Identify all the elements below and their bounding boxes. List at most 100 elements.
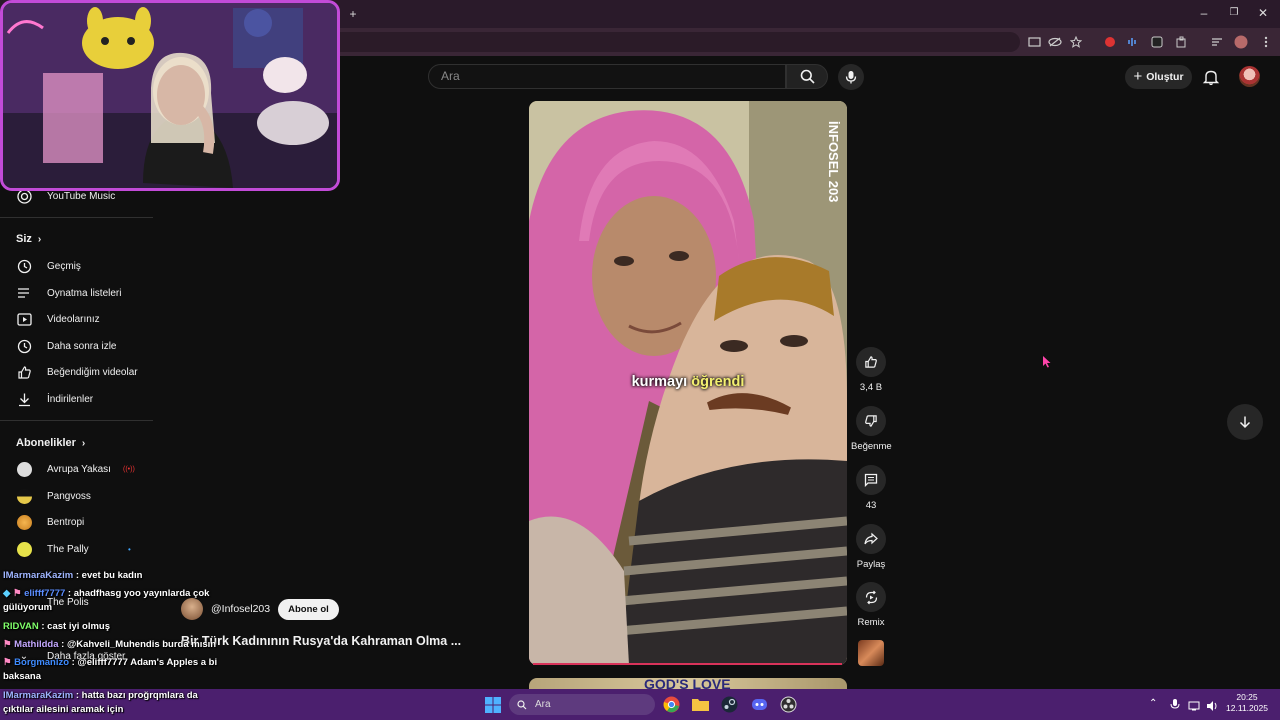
webcam-overlay (0, 0, 340, 191)
sidebar-section-you[interactable]: Siz › (16, 233, 41, 245)
channel-avatar (16, 541, 32, 557)
comments-button[interactable]: 43 (851, 465, 891, 511)
sidebar-item-playlists[interactable]: Oynatma listeleri (0, 280, 153, 306)
webcam-image (3, 3, 337, 188)
dislike-button[interactable]: Beğenme (851, 406, 892, 452)
chat-message: RIDVAN : cast iyi olmuş (3, 620, 110, 634)
sidebar-item-label: Bentropi (47, 516, 85, 528)
extensions-puzzle-icon[interactable] (1175, 35, 1189, 49)
share-label: Paylaş (856, 559, 886, 570)
next-video-button[interactable] (1227, 404, 1263, 440)
share-button[interactable]: Paylaş (851, 524, 891, 570)
browser-menu-icon[interactable] (1259, 35, 1273, 49)
address-bar[interactable] (330, 32, 1020, 52)
taskbar-search[interactable]: Ara (509, 694, 655, 715)
sidebar-item-downloads[interactable]: İndirilenler (0, 386, 153, 412)
thumbs-down-icon (865, 415, 877, 427)
like-button[interactable]: 3,4 B (851, 347, 891, 393)
new-content-dot: • (128, 544, 131, 554)
volume-icon[interactable] (1206, 698, 1218, 716)
chat-text: : evet bu kadın (73, 570, 143, 581)
sidebar-item-label: YouTube Music (47, 190, 116, 202)
chat-message: IMarmaraKazim : evet bu kadın (3, 569, 142, 583)
steam-icon[interactable] (720, 695, 739, 714)
sidebar-item-bentropi[interactable]: Bentropi (0, 509, 153, 535)
like-count: 3,4 B (859, 382, 883, 393)
sidebar-item-your-videos[interactable]: Videolarınız (0, 306, 153, 332)
sidebar-divider (0, 217, 153, 218)
audio-track-thumbnail[interactable] (858, 640, 884, 666)
extension-red-icon[interactable] (1103, 35, 1117, 49)
media-control-icon[interactable] (1210, 35, 1224, 49)
sidebar-item-watch-later[interactable]: Daha sonra izle (0, 333, 153, 359)
sidebar-item-liked-videos[interactable]: Beğendiğim videolar (0, 359, 153, 385)
dislike-label: Beğenme (851, 441, 892, 452)
cast-icon[interactable] (1027, 35, 1041, 49)
sidebar-section-subscriptions[interactable]: Abonelikler › (16, 437, 85, 449)
channel-avatar (16, 461, 32, 477)
extension-audio-icon[interactable] (1126, 35, 1140, 49)
sidebar-item-label: Daha sonra izle (47, 340, 117, 352)
video-watermark: İNFOSEL 203 (826, 121, 841, 202)
profile-icon[interactable] (1234, 35, 1248, 49)
windows-start-icon[interactable] (483, 695, 502, 714)
voice-search-button[interactable] (838, 64, 864, 90)
channel-avatar (16, 488, 32, 504)
eye-off-icon[interactable] (1048, 35, 1062, 49)
search-button[interactable] (786, 64, 828, 89)
chat-message: ◆ ⚑ elifff7777 : ahadfhasg yoo yayınlard… (3, 587, 218, 615)
badge-icon: ◆ (3, 588, 13, 599)
sidebar-item-pangvoss[interactable]: Pangvoss (0, 483, 153, 509)
sidebar-item-label: Videolarınız (47, 313, 100, 325)
file-explorer-icon[interactable] (691, 695, 710, 714)
chat-message: IMarmaraKazim : hatta bazı proğrqmlara d… (3, 689, 213, 717)
sidebar-item-the-pally[interactable]: The Pally • (0, 536, 153, 562)
remix-label: Remix (857, 617, 885, 628)
chevron-right-icon: › (81, 437, 86, 449)
restore-button[interactable]: ❐ (1227, 6, 1241, 20)
sidebar-item-label: Beğendiğim videolar (47, 366, 138, 378)
obs-icon[interactable] (779, 695, 798, 714)
avatar[interactable] (1239, 66, 1260, 87)
bell-icon[interactable] (1202, 68, 1220, 86)
chrome-icon[interactable] (662, 695, 681, 714)
your-videos-icon (16, 311, 32, 327)
sidebar-item-avrupa-yakasi[interactable]: Avrupa Yakası ((•)) (0, 456, 153, 482)
sidebar-item-label: The Pally (47, 543, 89, 555)
clock-date: 12.11.2025 (1226, 703, 1268, 713)
extension-box-icon[interactable] (1150, 35, 1164, 49)
taskbar-clock[interactable]: 20:25 12.11.2025 (1222, 692, 1272, 714)
sidebar-item-label: Geçmiş (47, 260, 81, 272)
chat-text: : cast iyi olmuş (38, 621, 110, 632)
search-input[interactable]: Ara (428, 64, 786, 89)
network-icon[interactable] (1188, 698, 1200, 716)
discord-icon[interactable] (750, 695, 769, 714)
remix-button[interactable]: Remix (851, 582, 891, 628)
tray-chevron-up-icon[interactable]: ⌃ (1149, 698, 1157, 709)
video-title[interactable]: Bir Türk Kadınının Rusya'da Kahraman Olm… (181, 634, 461, 648)
minimize-button[interactable]: – (1197, 6, 1211, 20)
subscribe-button[interactable]: Abone ol (278, 598, 339, 620)
like-icon (16, 364, 32, 380)
create-label: Oluştur (1146, 71, 1184, 83)
bookmark-star-icon[interactable] (1069, 35, 1083, 49)
sidebar-item-label: İndirilenler (47, 393, 94, 405)
sidebar-item-history[interactable]: Geçmiş (0, 253, 153, 279)
download-icon (16, 391, 32, 407)
close-button[interactable]: ✕ (1256, 6, 1270, 20)
video-progress-bar[interactable] (533, 663, 842, 665)
microphone-icon (845, 71, 857, 84)
chat-username: IMarmaraKazim (3, 570, 74, 581)
search-icon (517, 699, 527, 709)
taskbar-search-label: Ara (535, 699, 551, 710)
clock-time: 20:25 (1236, 692, 1258, 702)
section-title: Siz (16, 233, 32, 245)
badge-icon: ⚑ (3, 639, 15, 650)
new-tab-button[interactable]: + (346, 7, 360, 21)
thumbs-up-icon (865, 356, 877, 368)
channel-handle[interactable]: @Infosel203 (211, 603, 270, 615)
create-button[interactable]: + Oluştur (1125, 65, 1192, 89)
sidebar-divider (0, 420, 153, 421)
chat-username: Mathildda (14, 639, 59, 650)
microphone-tray-icon[interactable] (1170, 697, 1180, 715)
